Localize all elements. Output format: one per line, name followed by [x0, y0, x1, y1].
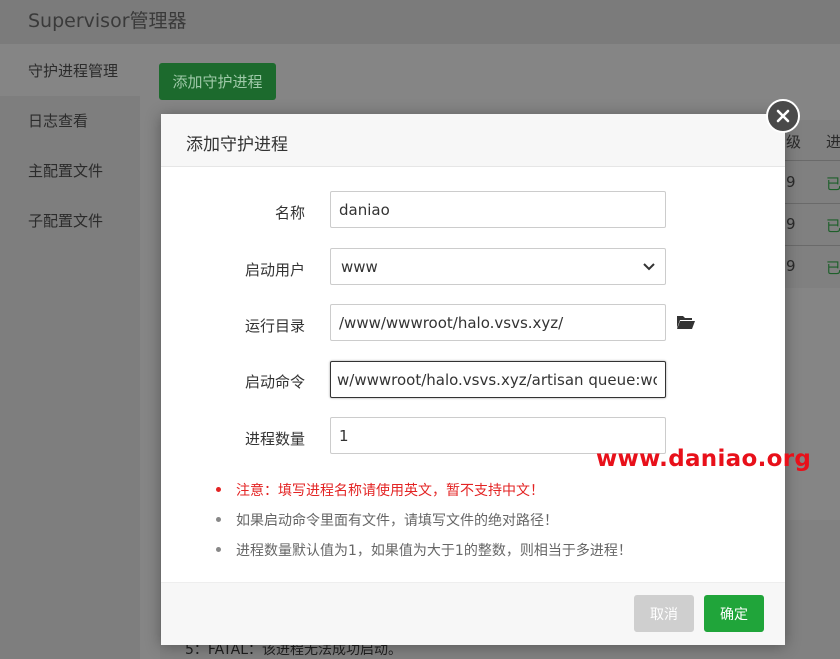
add-daemon-button[interactable]: 添加守护进程	[159, 63, 276, 100]
table-header-process: 进	[826, 133, 840, 151]
note-process-count: 进程数量默认值为1，如果值为大于1的整数，则相当于多进程！	[236, 543, 632, 559]
folder-open-icon[interactable]	[676, 314, 696, 330]
command-input[interactable]	[330, 361, 666, 398]
sidebar-item-daemon[interactable]: 守护进程管理	[28, 60, 118, 81]
dir-label: 运行目录	[244, 317, 305, 335]
dialog-header: 添加守护进程	[161, 114, 785, 167]
title-bar: Supervisor管理器	[0, 0, 840, 44]
note-path: 如果启动命令里面有文件，请填写文件的绝对路径！	[236, 513, 558, 529]
count-label: 进程数量	[244, 430, 305, 448]
sidebar-item-logs[interactable]: 日志查看	[28, 110, 88, 131]
chevron-down-icon	[643, 262, 655, 270]
table-cell: 9	[786, 257, 796, 275]
table-cell: 9	[786, 215, 796, 233]
user-select-value: www	[341, 257, 378, 276]
table-cell: 9	[786, 173, 796, 191]
table-divider	[785, 245, 840, 246]
user-select[interactable]: www	[330, 248, 666, 285]
name-label: 名称	[274, 204, 305, 222]
cmd-label: 启动命令	[244, 373, 305, 391]
table-divider	[785, 160, 840, 161]
watermark: www.daniao.org	[596, 446, 812, 472]
dialog-title: 添加守护进程	[186, 135, 288, 155]
close-icon	[776, 109, 790, 123]
name-input[interactable]	[330, 191, 666, 228]
dir-input[interactable]	[330, 304, 666, 341]
bullet-icon	[216, 487, 221, 492]
table-cell-status: 已	[826, 259, 840, 277]
app-title: Supervisor管理器	[28, 10, 187, 32]
table-header-level: 级	[786, 133, 802, 151]
cancel-button[interactable]: 取消	[634, 595, 694, 632]
table-divider	[785, 203, 840, 204]
note-warning: 注意：填写进程名称请使用英文，暂不支持中文！	[236, 483, 544, 499]
table-cell-status: 已	[826, 175, 840, 193]
bullet-icon	[216, 517, 221, 522]
sidebar-item-main-config[interactable]: 主配置文件	[28, 160, 103, 181]
confirm-button[interactable]: 确定	[704, 595, 764, 632]
user-label: 启动用户	[244, 261, 305, 279]
sidebar-item-sub-config[interactable]: 子配置文件	[28, 210, 103, 231]
sidebar	[0, 44, 140, 659]
close-button[interactable]	[766, 99, 800, 133]
table-cell-status: 已	[826, 217, 840, 235]
bullet-icon	[216, 547, 221, 552]
